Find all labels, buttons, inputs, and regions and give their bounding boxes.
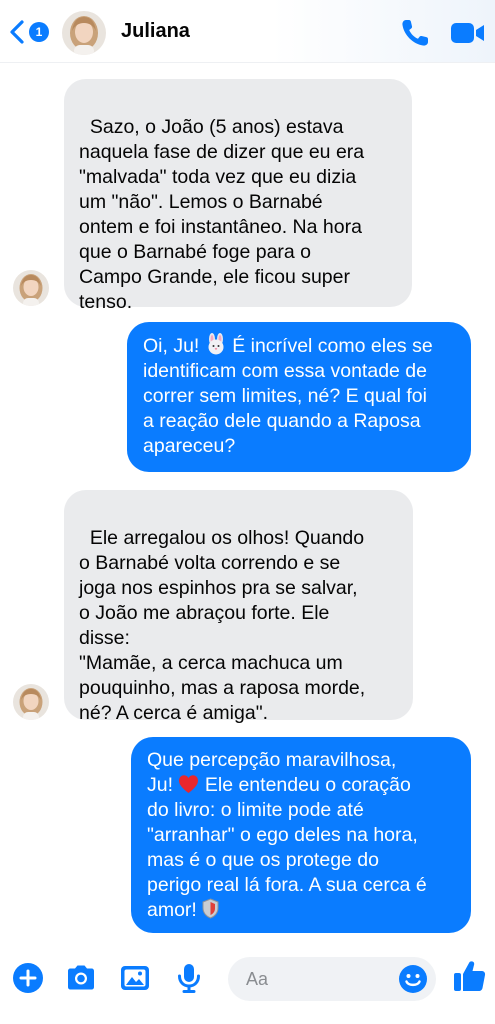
outgoing-message[interactable]: Oi, Ju! É incrível como eles se identifi… [127,322,471,472]
video-camera-icon[interactable] [450,19,486,47]
camera-icon[interactable] [64,961,98,995]
avatar[interactable] [13,684,49,720]
message-input[interactable]: Aa [228,957,436,1001]
contact-name[interactable]: Juliana [121,20,190,43]
back-button[interactable]: 1 [8,18,50,46]
thumbs-up-icon[interactable] [452,958,488,994]
chat-header: 1 Juliana [0,0,495,63]
phone-icon[interactable] [399,17,431,49]
plus-icon[interactable] [11,961,45,995]
input-placeholder: Aa [246,969,269,989]
chevron-left-icon [10,20,24,44]
message-text: Oi, Ju! [143,335,205,357]
message-text: Ele arregalou os olhos! Quando o Barnabé… [79,527,366,724]
image-icon[interactable] [118,961,152,995]
shield-emoji [202,898,219,919]
microphone-icon[interactable] [172,961,206,995]
outgoing-message[interactable]: Que percepção maravilhosa, Ju! Ele enten… [131,737,471,933]
avatar[interactable] [62,11,106,55]
rabbit-face-emoji [208,333,224,355]
red-heart-emoji [179,775,199,793]
incoming-message[interactable]: Ele arregalou os olhos! Quando o Barnabé… [64,490,413,724]
incoming-message[interactable]: Sazo, o João (5 anos) estava naquela fas… [64,79,412,313]
message-text: Ele entendeu o coração do livro: o limit… [147,774,427,921]
unread-badge: 1 [29,22,49,42]
smiley-icon[interactable] [398,964,428,994]
avatar[interactable] [13,270,49,306]
message-text: Sazo, o João (5 anos) estava naquela fas… [79,116,365,313]
